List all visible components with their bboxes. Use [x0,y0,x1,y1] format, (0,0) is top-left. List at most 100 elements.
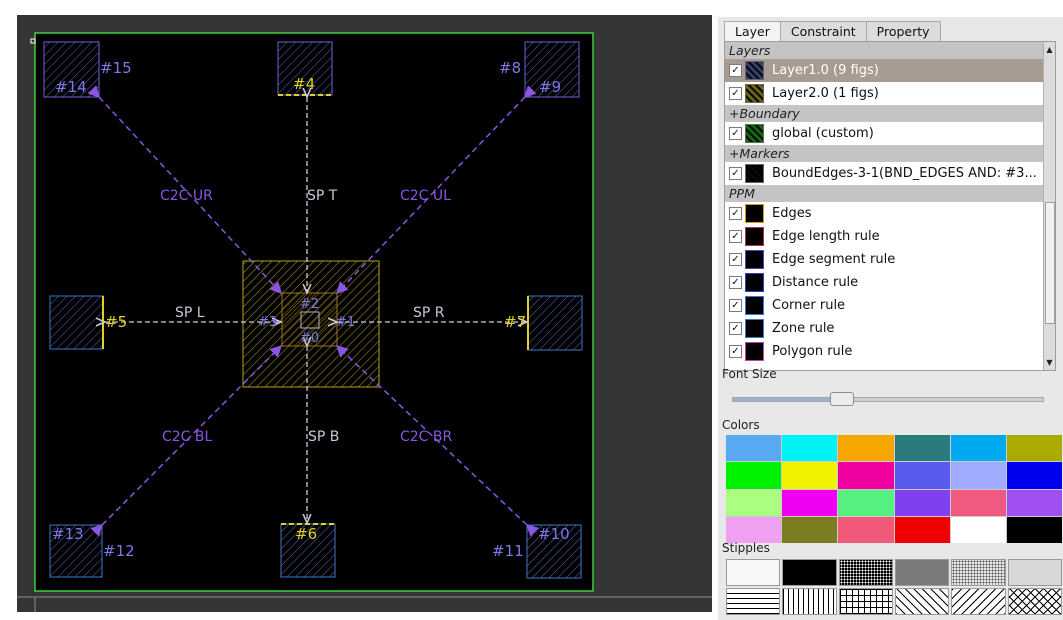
stipple-diag-right[interactable] [894,588,950,615]
color-swatch[interactable] [838,489,894,516]
corner-swatch [745,296,764,315]
font-size-slider-fill [733,398,836,401]
font-size-slider-track[interactable] [732,397,1044,402]
layer-row-polygon-rule[interactable]: ✓ Polygon rule [725,340,1055,363]
scroll-up-icon[interactable]: ▲ [1044,44,1055,55]
checkbox[interactable]: ✓ [729,322,742,335]
tab-layer[interactable]: Layer [724,21,781,42]
checkbox[interactable]: ✓ [729,207,742,220]
layer-row-distance-rule[interactable]: ✓ Distance rule [725,271,1055,294]
color-swatch[interactable] [950,489,1006,516]
checkbox[interactable]: ✓ [729,253,742,266]
color-swatch[interactable] [1006,462,1062,489]
checkbox[interactable]: ✓ [729,167,742,180]
shape-5[interactable] [49,295,104,350]
layout-canvas[interactable]: #14 #15 #4 #8 #9 #5 #7 #3 #1 #2 #0 #13 #… [17,15,712,612]
bound-edges-swatch [745,164,764,183]
scrollbar-thumb[interactable] [1045,202,1055,324]
color-swatch[interactable] [782,516,838,543]
color-swatch[interactable] [1006,516,1062,543]
group-header-ppm[interactable]: PPM [725,185,1055,202]
layer-row-corner-rule[interactable]: ✓ Corner rule [725,294,1055,317]
layer-row-global[interactable]: ✓ global (custom) [725,122,1055,145]
edge-length-swatch [745,227,764,246]
color-swatch[interactable] [782,489,838,516]
stipple-dots-fine[interactable] [1007,559,1062,586]
color-swatch[interactable] [894,462,950,489]
color-swatch[interactable] [950,435,1006,462]
layout-view[interactable]: #14 #15 #4 #8 #9 #5 #7 #3 #1 #2 #0 #13 #… [17,15,712,612]
shape-7[interactable] [527,295,583,351]
layer-row-zone-rule[interactable]: ✓ Zone rule [725,317,1055,340]
label-sp-b: SP B [308,429,339,445]
color-swatch[interactable] [782,435,838,462]
expand-icon[interactable]: + [729,106,739,121]
label-c2c-ur: C2C UR [160,188,213,204]
font-size-slider-handle[interactable] [830,392,854,406]
stipple-grid[interactable] [838,588,893,615]
color-swatch[interactable] [838,462,894,489]
stipple-diag-left[interactable] [951,588,1006,615]
edge-segment-swatch [745,250,764,269]
label-c2c-ul: C2C UL [400,188,451,204]
stipple-hlines[interactable] [726,588,781,615]
scroll-down-icon[interactable]: ▼ [1044,357,1055,368]
checkbox[interactable]: ✓ [729,299,742,312]
checkbox[interactable]: ✓ [729,87,742,100]
color-swatch[interactable] [1006,435,1062,462]
layer-row-layer1[interactable]: ✓ Layer1.0 (9 figs) [725,59,1055,82]
checkbox[interactable]: ✓ [729,276,742,289]
group-header-boundary[interactable]: +Boundary [725,105,1055,122]
stipple-vlines[interactable] [782,588,837,615]
color-swatch[interactable] [950,516,1006,543]
color-swatch[interactable] [726,435,782,462]
color-swatch[interactable] [1006,489,1062,516]
group-header-layers[interactable]: Layers [725,42,1055,59]
layer2-swatch [745,84,764,103]
color-swatch[interactable] [838,516,894,543]
tab-property[interactable]: Property [865,21,941,41]
color-swatch[interactable] [894,435,950,462]
stipple-dots-light[interactable] [951,559,1006,586]
label-shape-1: #1 [336,315,355,330]
layer-row-edges[interactable]: ✓ Edges [725,202,1055,225]
color-swatch[interactable] [726,489,782,516]
layer-label: global (custom) [772,126,874,141]
stipple-blank[interactable] [726,559,781,586]
checkbox[interactable]: ✓ [729,345,742,358]
layer-label: Distance rule [772,275,859,290]
color-swatch[interactable] [894,516,950,543]
stipple-gray[interactable] [894,559,950,586]
expand-icon[interactable]: + [729,146,739,161]
color-swatch[interactable] [726,516,782,543]
layer-row-bound-edges[interactable]: ✓ BoundEdges-3-1(BND_EDGES AND: #3... [725,162,1055,185]
checkbox[interactable]: ✓ [729,64,742,77]
color-swatch[interactable] [838,435,894,462]
layer-list-scrollbar[interactable]: ▲ ▼ [1043,42,1055,370]
stipple-solid[interactable] [782,559,837,586]
layer-row-layer2[interactable]: ✓ Layer2.0 (1 figs) [725,82,1055,105]
layer-row-edge-length-rule[interactable]: ✓ Edge length rule [725,225,1055,248]
stipples-label: Stipples [722,541,770,555]
color-swatch[interactable] [726,462,782,489]
colors-label: Colors [722,418,760,432]
layer-list[interactable]: Layers ✓ Layer1.0 (9 figs) ✓ Layer2.0 (1… [724,41,1056,371]
label-shape-13: #13 [52,525,84,543]
color-swatch[interactable] [950,462,1006,489]
label-shape-4: #4 [293,75,315,93]
stipple-dots-dense[interactable] [838,559,893,586]
layer-label: Polygon rule [772,344,853,359]
layer-label: Corner rule [772,298,846,313]
tab-constraint[interactable]: Constraint [779,21,867,41]
label-shape-12: #12 [103,542,135,560]
color-swatch[interactable] [782,462,838,489]
checkbox[interactable]: ✓ [729,127,742,140]
color-swatch[interactable] [894,489,950,516]
label-shape-11: #11 [492,542,524,560]
label-shape-0: #0 [300,331,319,346]
distance-swatch [745,273,764,292]
checkbox[interactable]: ✓ [729,230,742,243]
stipple-crosshatch[interactable] [1007,588,1062,615]
layer-row-edge-segment-rule[interactable]: ✓ Edge segment rule [725,248,1055,271]
group-header-markers[interactable]: +Markers [725,145,1055,162]
